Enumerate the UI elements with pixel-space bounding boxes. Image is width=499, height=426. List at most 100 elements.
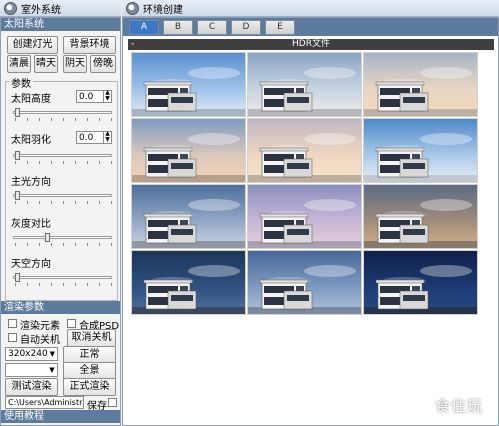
slider-ticks [15, 243, 112, 246]
sun-altitude-slider[interactable] [13, 107, 112, 121]
hdr-preview-image [132, 185, 245, 248]
hdr-file-bar[interactable]: - HDR文件 [128, 39, 494, 50]
hdr-thumbnail[interactable] [363, 52, 478, 117]
sunny-button[interactable]: 晴天 [34, 55, 58, 73]
hdr-file-label: HDR文件 [292, 39, 330, 49]
right-window-titlebar: 环境创建 [122, 0, 499, 17]
slider-ticks [15, 283, 112, 286]
background-env-button[interactable]: 背景环境 [63, 36, 116, 54]
params-label: 参数 [9, 75, 33, 90]
tab-c[interactable]: C [197, 20, 227, 35]
gray-contrast-slider[interactable] [13, 232, 112, 246]
main-light-dir-slider[interactable] [13, 190, 112, 204]
hdr-preview-image [364, 119, 477, 182]
preset-select[interactable]: ▼ [5, 363, 58, 377]
sun-altitude-spinner[interactable]: 0.0 ▲ ▼ [76, 90, 112, 103]
slider-thumb[interactable] [15, 151, 20, 160]
tutorial-header[interactable]: 使用教程 [1, 410, 120, 423]
left-window: 室外系统 太阳系统 创建灯光 背景环境 清晨 晴天 阴天 傍晚 参数 太阳高度 … [0, 0, 121, 426]
right-panel: A B C D E - HDR文件 食住玩 [122, 17, 499, 426]
test-render-button[interactable]: 测试渲染 [5, 378, 58, 396]
hdr-preview-image [248, 53, 361, 116]
scroll-gap [478, 52, 494, 316]
sun-feather-label: 太阳羽化 [11, 135, 51, 146]
hdr-thumbnail[interactable] [131, 250, 246, 315]
final-render-button[interactable]: 正式渲染 [63, 378, 116, 396]
auto-shutdown-checkbox[interactable] [8, 333, 17, 342]
right-window-title: 环境创建 [143, 4, 183, 16]
composite-psd-checkbox[interactable] [67, 319, 76, 328]
sun-altitude-value[interactable]: 0.0 [77, 92, 103, 102]
hdr-thumbnail[interactable] [131, 52, 246, 117]
watermark-text: 食住玩 [435, 397, 484, 415]
sky-dir-slider[interactable] [13, 272, 112, 286]
sun-feather-spinner[interactable]: 0.0 ▲ ▼ [76, 131, 112, 144]
hdr-thumbnail[interactable] [247, 52, 362, 117]
cancel-shutdown-button[interactable]: 取消关机 [67, 329, 116, 347]
slider-thumb[interactable] [15, 273, 20, 282]
tab-a[interactable]: A [129, 20, 159, 35]
hdr-preview-image [364, 53, 477, 116]
gray-contrast-label: 灰度对比 [11, 219, 51, 230]
sun-altitude-label: 太阳高度 [11, 94, 51, 105]
render-elements-checkbox[interactable] [8, 319, 17, 328]
hdr-thumbnail[interactable] [247, 250, 362, 315]
hdr-preview-image [132, 119, 245, 182]
hdr-preview-image [364, 185, 477, 248]
left-window-title: 室外系统 [21, 4, 61, 16]
slider-ticks [15, 201, 112, 204]
spinner-arrows-icon[interactable]: ▲ ▼ [103, 131, 111, 144]
auto-shutdown-label[interactable]: 自动关机 [20, 331, 60, 346]
resolution-select[interactable]: 320x240 ▼ [5, 347, 58, 361]
output-path-input[interactable]: C:\Users\Administrator [5, 396, 84, 409]
hdr-thumbnail[interactable] [363, 250, 478, 315]
render-elements-label[interactable]: 渲染元素 [20, 317, 60, 332]
slider-track [13, 154, 112, 157]
hdr-thumbnail[interactable] [247, 118, 362, 183]
slider-track [13, 111, 112, 114]
render-section-header[interactable]: 渲染参数 [1, 301, 120, 314]
spinner-arrows-icon[interactable]: ▲ ▼ [103, 90, 111, 103]
hdr-thumbnail[interactable] [363, 118, 478, 183]
hdr-preview-image [248, 119, 361, 182]
clear-morning-button[interactable]: 清晨 [7, 55, 31, 73]
hdr-preview-image [248, 185, 361, 248]
left-window-titlebar: 室外系统 [0, 0, 121, 17]
app-icon [4, 1, 17, 15]
dusk-button[interactable]: 傍晚 [90, 55, 116, 73]
slider-track [13, 276, 112, 279]
tab-strip: A B C D E [123, 18, 498, 36]
sky-dir-label: 天空方向 [11, 259, 51, 270]
sun-feather-slider[interactable] [13, 150, 112, 164]
right-window: 环境创建 A B C D E - HDR文件 食住玩 [122, 0, 499, 426]
slider-ticks [15, 118, 112, 121]
resolution-value[interactable]: 320x240 [6, 349, 48, 359]
hdr-thumbnail[interactable] [131, 118, 246, 183]
slider-thumb[interactable] [45, 233, 50, 242]
tab-d[interactable]: D [231, 20, 261, 35]
sun-section-header[interactable]: 太阳系统 [1, 18, 120, 31]
hdr-preview-image [132, 53, 245, 116]
hdr-preview-image [248, 251, 361, 314]
slider-track [13, 236, 112, 239]
hdr-thumbnail[interactable] [363, 184, 478, 249]
create-light-button[interactable]: 创建灯光 [7, 36, 58, 54]
tab-b[interactable]: B [163, 20, 193, 35]
sun-feather-value[interactable]: 0.0 [77, 133, 103, 143]
save-checkbox[interactable] [108, 398, 117, 407]
hdr-preview-image [364, 251, 477, 314]
slider-ticks [15, 161, 112, 164]
main-light-dir-label: 主光方向 [11, 177, 51, 188]
overcast-button[interactable]: 阴天 [63, 55, 87, 73]
slider-thumb[interactable] [15, 191, 20, 200]
collapse-icon[interactable]: - [131, 39, 134, 50]
hdr-thumbnail[interactable] [247, 184, 362, 249]
dropdown-arrow-icon[interactable]: ▼ [47, 366, 57, 374]
hdr-thumbnail[interactable] [131, 184, 246, 249]
dropdown-arrow-icon[interactable]: ▼ [48, 350, 57, 358]
hdr-thumbnail-grid [131, 52, 478, 316]
left-panel: 太阳系统 创建灯光 背景环境 清晨 晴天 阴天 傍晚 参数 太阳高度 0.0 ▲… [0, 17, 121, 426]
slider-thumb[interactable] [15, 108, 20, 117]
app-icon [126, 1, 139, 15]
tab-e[interactable]: E [265, 20, 295, 35]
